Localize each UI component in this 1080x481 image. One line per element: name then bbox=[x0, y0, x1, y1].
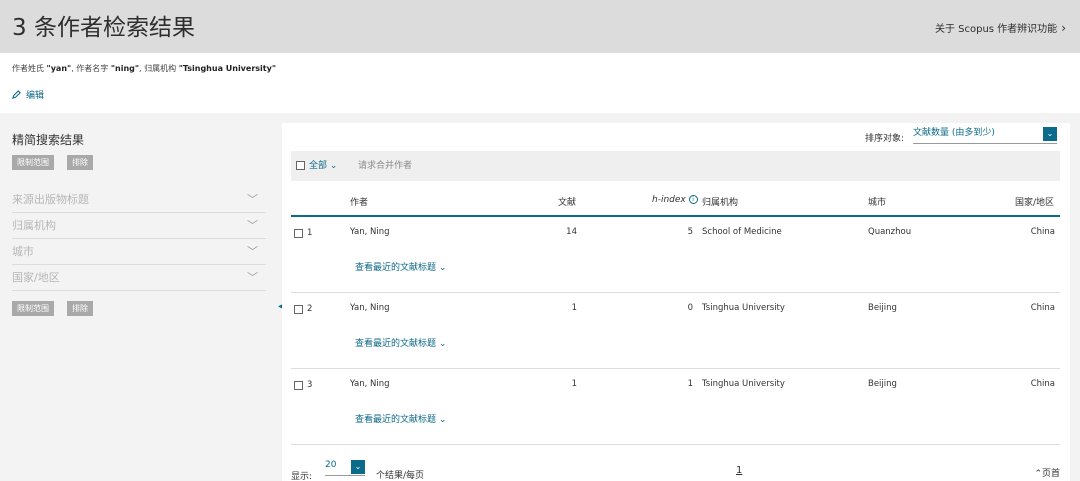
documents-count[interactable]: 1 bbox=[557, 379, 577, 389]
sort-label: 排序对象: bbox=[865, 134, 905, 144]
hindex-label: h-index bbox=[652, 195, 686, 205]
view-recent-titles-link[interactable]: 查看最近的文献标题 ⌄ bbox=[355, 260, 446, 273]
row-checkbox[interactable] bbox=[294, 381, 303, 390]
documents-count[interactable]: 1 bbox=[557, 303, 577, 313]
table-row: 3 Yan, Ning 1 1 Tsinghua University Beij… bbox=[291, 369, 1060, 445]
row-checkbox[interactable] bbox=[294, 229, 303, 238]
chevron-down-icon: ﹀ bbox=[247, 219, 258, 232]
chevron-down-icon: ⌄ bbox=[438, 415, 447, 425]
chevron-right-icon: › bbox=[1061, 20, 1066, 35]
author-name-link[interactable]: Yan, Ning bbox=[350, 379, 390, 389]
refine-title: 精简搜索结果 bbox=[12, 133, 85, 147]
exclude-button-top[interactable]: 排除 bbox=[67, 155, 93, 170]
exclude-button-bottom[interactable]: 排除 bbox=[67, 301, 93, 316]
country-value: China bbox=[1030, 227, 1055, 237]
about-author-id-link[interactable]: 关于 Scopus 作者辨识功能 › bbox=[934, 20, 1066, 36]
facet-source-title[interactable]: 来源出版物标题 ﹀ bbox=[12, 187, 266, 213]
table-row: 1 Yan, Ning 14 5 School of Medicine Quan… bbox=[291, 217, 1060, 293]
page-number-link[interactable]: 1 bbox=[736, 465, 742, 476]
edit-label: 编辑 bbox=[26, 91, 45, 101]
author-name-link[interactable]: Yan, Ning bbox=[350, 303, 390, 313]
row-checkbox[interactable] bbox=[294, 305, 303, 314]
row-number: 2 bbox=[307, 304, 313, 314]
hindex-value: 5 bbox=[687, 227, 693, 237]
col-documents[interactable]: 文献 bbox=[558, 195, 576, 208]
sort-value: 文献数量 (由多到少) bbox=[913, 128, 995, 138]
results-toolbar: 全部 ⌄ 请求合并作者 bbox=[291, 151, 1060, 181]
about-link-label: 关于 Scopus 作者辨识功能 bbox=[934, 24, 1058, 35]
info-icon[interactable]: i bbox=[688, 195, 698, 204]
query-firstname: "ning" bbox=[110, 64, 140, 73]
sort-select[interactable]: 文献数量 (由多到少) ⌄ bbox=[913, 127, 1057, 144]
facet-country[interactable]: 国家/地区 ﹀ bbox=[12, 265, 266, 291]
chevron-down-icon: ﹀ bbox=[247, 193, 258, 206]
limit-to-button-top[interactable]: 限制范围 bbox=[12, 155, 54, 170]
country-value: China bbox=[1030, 379, 1055, 389]
row-number: 3 bbox=[307, 380, 313, 390]
documents-count[interactable]: 14 bbox=[557, 227, 577, 237]
page-title: 3 条作者检索结果 bbox=[12, 15, 195, 41]
back-to-top-link[interactable]: ⌃页首 bbox=[1034, 466, 1060, 479]
chevron-down-icon: ﹀ bbox=[247, 245, 258, 258]
facet-label: 城市 bbox=[12, 245, 34, 258]
select-all-label: 全部 bbox=[309, 161, 328, 171]
facet-label: 国家/地区 bbox=[12, 271, 60, 284]
recent-label: 查看最近的文献标题 bbox=[355, 339, 437, 349]
col-city[interactable]: 城市 bbox=[868, 195, 886, 208]
view-recent-titles-link[interactable]: 查看最近的文献标题 ⌄ bbox=[355, 336, 446, 349]
pencil-icon bbox=[12, 90, 21, 99]
query-prefix-affiliation: , 归属机构 bbox=[139, 64, 179, 73]
chevron-down-icon: ⌄ bbox=[438, 339, 447, 349]
facet-affiliation[interactable]: 归属机构 ﹀ bbox=[12, 213, 266, 239]
city-value: Beijing bbox=[868, 379, 897, 389]
affiliation-value: School of Medicine bbox=[702, 227, 782, 237]
facet-city[interactable]: 城市 ﹀ bbox=[12, 239, 266, 265]
col-affiliation[interactable]: 归属机构 bbox=[702, 195, 738, 208]
top-label: 页首 bbox=[1041, 469, 1060, 479]
chevron-down-icon: ⌄ bbox=[438, 263, 447, 273]
hindex-value: 0 bbox=[687, 303, 693, 313]
facet-label: 来源出版物标题 bbox=[12, 193, 89, 206]
limit-to-button-bottom[interactable]: 限制范围 bbox=[12, 301, 54, 316]
per-page-select[interactable]: 20 ⌄ bbox=[325, 460, 365, 476]
query-summary: 作者姓氏 "yan", 作者名字 "ning", 归属机构 "Tsinghua … bbox=[0, 53, 1080, 113]
request-merge-button[interactable]: 请求合并作者 bbox=[358, 151, 412, 181]
per-page-value: 20 bbox=[325, 460, 337, 470]
col-country[interactable]: 国家/地区 bbox=[1015, 195, 1054, 208]
recent-label: 查看最近的文献标题 bbox=[355, 415, 437, 425]
city-value: Quanzhou bbox=[868, 227, 912, 237]
results-panel: 排序对象: 文献数量 (由多到少) ⌄ 全部 ⌄ 请求合并作者 作者 文献 h-… bbox=[282, 123, 1070, 481]
chevron-down-icon: ⌄ bbox=[1043, 127, 1057, 141]
affiliation-value: Tsinghua University bbox=[702, 379, 785, 389]
select-all-checkbox[interactable] bbox=[296, 161, 305, 170]
page-header: 3 条作者检索结果 关于 Scopus 作者辨识功能 › bbox=[0, 0, 1080, 53]
query-prefix-firstname: , 作者名字 bbox=[71, 64, 111, 73]
show-label: 显示: bbox=[291, 472, 313, 481]
query-lastname: "yan" bbox=[46, 64, 72, 73]
refine-sidebar: 精简搜索结果 限制范围 排除 来源出版物标题 ﹀ 归属机构 ﹀ 城市 ﹀ 国家/… bbox=[0, 113, 276, 481]
results-footer: 显示: 20 ⌄ 个结果/每页 1 ⌃页首 bbox=[282, 459, 1070, 481]
recent-label: 查看最近的文献标题 bbox=[355, 263, 437, 273]
affiliation-value: Tsinghua University bbox=[702, 303, 785, 313]
country-value: China bbox=[1030, 303, 1055, 313]
chevron-down-icon: ⌄ bbox=[351, 460, 365, 474]
select-all-dropdown[interactable]: 全部 ⌄ bbox=[309, 151, 337, 181]
query-prefix-lastname: 作者姓氏 bbox=[12, 64, 47, 73]
chevron-up-icon: ⌃ bbox=[1034, 469, 1042, 479]
view-recent-titles-link[interactable]: 查看最近的文献标题 ⌄ bbox=[355, 412, 446, 425]
hindex-value: 1 bbox=[687, 379, 693, 389]
facet-label: 归属机构 bbox=[12, 219, 56, 232]
query-affiliation: "Tsinghua University" bbox=[178, 64, 276, 73]
table-row: 2 Yan, Ning 1 0 Tsinghua University Beij… bbox=[291, 293, 1060, 369]
col-author[interactable]: 作者 bbox=[350, 195, 368, 208]
edit-query-link[interactable]: 编辑 bbox=[12, 88, 44, 101]
col-hindex[interactable]: h-index i bbox=[652, 195, 698, 205]
per-page-label: 个结果/每页 bbox=[376, 471, 425, 481]
author-name-link[interactable]: Yan, Ning bbox=[350, 227, 390, 237]
chevron-down-icon: ⌄ bbox=[329, 161, 338, 171]
chevron-down-icon: ﹀ bbox=[247, 271, 258, 284]
query-text: 作者姓氏 "yan", 作者名字 "ning", 归属机构 "Tsinghua … bbox=[12, 63, 276, 74]
row-number: 1 bbox=[307, 228, 313, 238]
city-value: Beijing bbox=[868, 303, 897, 313]
